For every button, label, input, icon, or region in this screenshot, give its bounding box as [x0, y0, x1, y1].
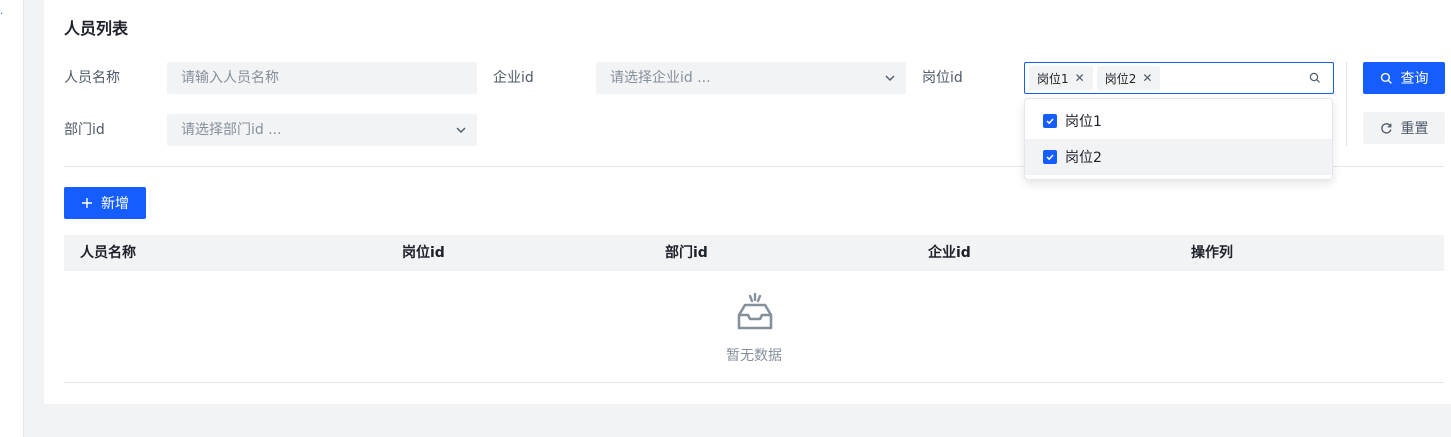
post-multiselect[interactable]: 岗位1 ✕ 岗位2 ✕	[1024, 62, 1334, 94]
post-tag-label: 岗位1	[1037, 71, 1069, 86]
dept-label: 部门id	[64, 122, 105, 138]
checkbox-checked-icon[interactable]	[1043, 114, 1057, 128]
post-tag: 岗位1 ✕	[1029, 66, 1093, 90]
reset-button[interactable]: 重置	[1363, 112, 1445, 144]
post-dropdown: 岗位1 岗位2	[1024, 98, 1333, 180]
company-select[interactable]: 请选择企业id ...	[596, 62, 906, 94]
company-placeholder: 请选择企业id ...	[610, 70, 711, 86]
post-option-label: 岗位2	[1065, 150, 1102, 166]
post-label: 岗位id	[922, 70, 963, 86]
left-rail: ·	[0, 0, 24, 437]
column-header-post: 岗位id	[402, 245, 445, 261]
add-label: 新增	[101, 196, 129, 212]
filter-divider	[1346, 62, 1347, 146]
page-title: 人员列表	[64, 19, 129, 38]
post-option[interactable]: 岗位1	[1025, 103, 1332, 139]
column-header-dept: 部门id	[665, 245, 708, 261]
add-button[interactable]: 新增	[64, 187, 146, 219]
column-header-name: 人员名称	[80, 245, 136, 261]
checkbox-checked-icon[interactable]	[1043, 150, 1057, 164]
empty-inbox-icon	[737, 292, 773, 330]
empty-state: 暂无数据	[64, 271, 1444, 383]
column-header-company: 企业id	[928, 245, 971, 261]
chevron-down-icon	[884, 62, 896, 94]
empty-text: 暂无数据	[726, 348, 782, 364]
chevron-down-icon	[455, 114, 467, 146]
name-label: 人员名称	[64, 70, 120, 86]
post-option-label: 岗位1	[1065, 114, 1102, 130]
query-label: 查询	[1400, 71, 1429, 87]
search-icon	[1309, 72, 1320, 83]
search-icon	[1380, 72, 1392, 84]
name-placeholder: 请输入人员名称	[181, 70, 279, 86]
query-button[interactable]: 查询	[1363, 62, 1445, 94]
dept-placeholder: 请选择部门id ...	[181, 122, 282, 138]
dept-select[interactable]: 请选择部门id ...	[167, 114, 477, 146]
post-tag: 岗位2 ✕	[1096, 66, 1161, 90]
plus-icon	[82, 198, 92, 208]
close-icon[interactable]: ✕	[1075, 72, 1085, 84]
table-header: 人员名称 岗位id 部门id 企业id 操作列	[64, 235, 1444, 271]
reset-label: 重置	[1400, 121, 1429, 137]
name-input[interactable]: 请输入人员名称	[167, 62, 477, 94]
close-icon[interactable]: ✕	[1142, 72, 1152, 84]
post-tag-label: 岗位2	[1104, 71, 1137, 86]
company-label: 企业id	[493, 70, 534, 86]
rail-marker-icon: ·	[0, 9, 4, 20]
refresh-icon	[1380, 122, 1391, 133]
post-option[interactable]: 岗位2	[1025, 139, 1332, 175]
column-header-actions: 操作列	[1191, 245, 1233, 261]
